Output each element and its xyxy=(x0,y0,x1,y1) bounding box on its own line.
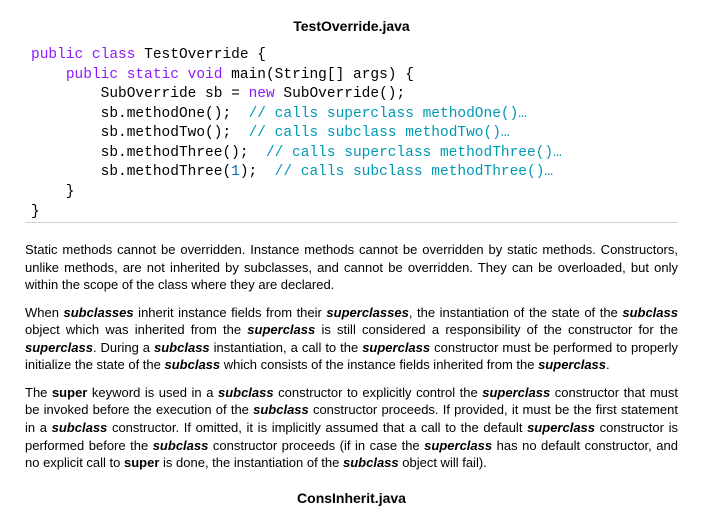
code-text xyxy=(31,86,101,102)
code-text: sb.methodOne(); xyxy=(101,106,249,122)
next-file-title: ConsInherit.java xyxy=(25,490,678,506)
body-text: constructor to explicitly control the xyxy=(274,385,483,400)
term-superclass: superclass xyxy=(362,340,430,355)
code-text: SubOverride(); xyxy=(275,86,406,102)
term-superclass: superclass xyxy=(482,385,550,400)
number-literal: 1 xyxy=(231,164,240,180)
term-superclass: superclass xyxy=(247,322,315,337)
code-block: public class TestOverride { public stati… xyxy=(25,46,678,223)
term-subclass: subclass xyxy=(218,385,274,400)
body-text: , the instantiation of the state of the xyxy=(409,305,623,320)
code-text: SubOverride sb = xyxy=(101,86,249,102)
paragraph-subclasses-inherit: When subclasses inherit instance fields … xyxy=(25,304,678,374)
code-text: sb.methodThree( xyxy=(101,164,232,180)
code-text xyxy=(31,67,66,83)
comment: // calls superclass methodThree()… xyxy=(266,145,562,161)
comment: // calls subclass methodThree()… xyxy=(275,164,553,180)
paragraph-super-keyword: The super keyword is used in a subclass … xyxy=(25,384,678,472)
code-text: } xyxy=(31,184,75,200)
code-text: TestOverride { xyxy=(135,47,266,63)
comment: // calls subclass methodTwo()… xyxy=(249,125,510,141)
term-super: super xyxy=(52,385,87,400)
code-text: sb.methodTwo(); xyxy=(101,125,249,141)
body-text: The xyxy=(25,385,52,400)
keyword: new xyxy=(249,86,275,102)
paragraph-static-methods: Static methods cannot be overridden. Ins… xyxy=(25,241,678,294)
keyword: static xyxy=(127,67,179,83)
keyword: public xyxy=(66,67,118,83)
comment: // calls superclass methodOne()… xyxy=(249,106,527,122)
keyword: public xyxy=(31,47,83,63)
code-text: } xyxy=(31,204,40,220)
term-subclass: subclass xyxy=(154,340,210,355)
body-text: Static methods cannot be overridden. Ins… xyxy=(25,242,678,292)
term-subclass: subclass xyxy=(622,305,678,320)
term-subclass: subclass xyxy=(153,438,209,453)
code-text xyxy=(31,125,101,141)
term-subclasses: subclasses xyxy=(64,305,134,320)
body-text: constructor. If omitted, it is implicitl… xyxy=(107,420,527,435)
term-subclass: subclass xyxy=(164,357,220,372)
body-text: is still considered a responsibility of … xyxy=(315,322,678,337)
term-super: super xyxy=(124,455,159,470)
code-text: main(String[] args) { xyxy=(222,67,413,83)
body-text: which consists of the instance fields in… xyxy=(220,357,538,372)
keyword: class xyxy=(92,47,136,63)
code-text xyxy=(118,67,127,83)
body-text: keyword is used in a xyxy=(87,385,218,400)
code-text xyxy=(179,67,188,83)
code-text: sb.methodThree(); xyxy=(101,145,266,161)
body-text: object will fail). xyxy=(399,455,487,470)
code-text xyxy=(83,47,92,63)
term-subclass: subclass xyxy=(253,402,309,417)
code-text xyxy=(31,145,101,161)
term-superclass: superclass xyxy=(538,357,606,372)
term-superclass: superclass xyxy=(527,420,595,435)
body-text: is done, the instantiation of the xyxy=(159,455,343,470)
term-superclasses: superclasses xyxy=(326,305,408,320)
code-text: ); xyxy=(240,164,275,180)
keyword: void xyxy=(188,67,223,83)
body-text: object which was inherited from the xyxy=(25,322,247,337)
body-text: . During a xyxy=(93,340,154,355)
code-text xyxy=(31,164,101,180)
body-text: inherit instance fields from their xyxy=(134,305,327,320)
term-subclass: subclass xyxy=(52,420,108,435)
body-text: instantiation, a call to the xyxy=(210,340,363,355)
body-text: When xyxy=(25,305,64,320)
code-text xyxy=(31,106,101,122)
body-text: constructor proceeds (if in case the xyxy=(208,438,424,453)
term-subclass: subclass xyxy=(343,455,399,470)
term-superclass: superclass xyxy=(25,340,93,355)
term-superclass: superclass xyxy=(424,438,492,453)
body-text: . xyxy=(606,357,610,372)
file-title: TestOverride.java xyxy=(25,18,678,34)
